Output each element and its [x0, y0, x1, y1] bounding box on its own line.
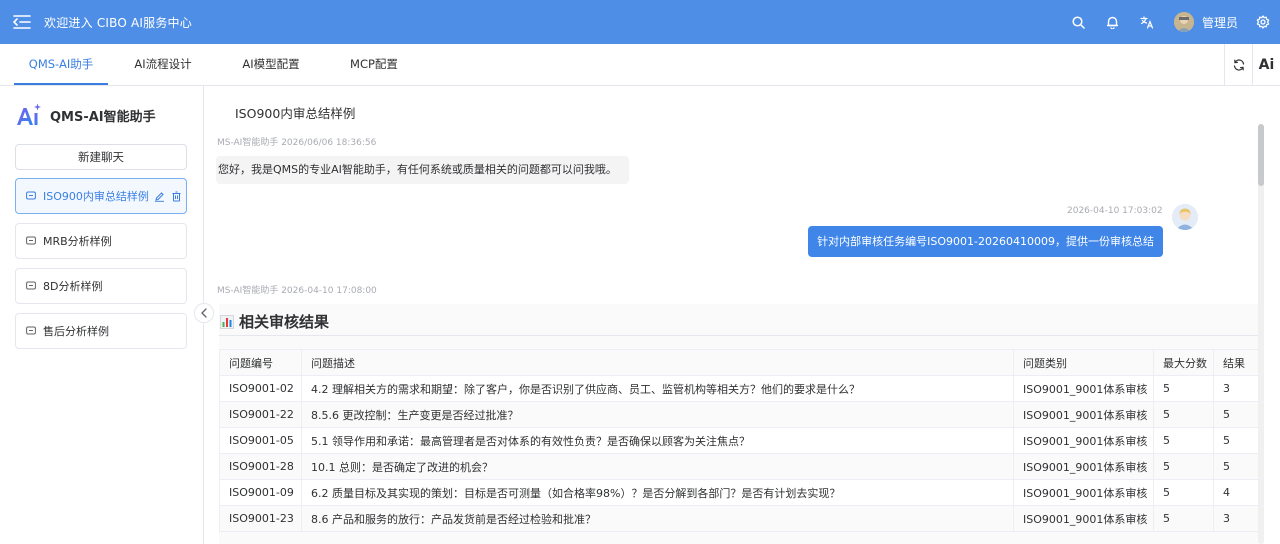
chat-panel: ISO900内审总结样例 MS-AI智能助手 2026/06/06 18:36:…	[204, 86, 1280, 544]
chat-scrollbar[interactable]	[1258, 124, 1264, 544]
chat-icon	[26, 281, 36, 290]
sidebar-brand: QMS-AI智能助手	[16, 102, 156, 128]
table-row: ISO9001-09 6.2 质量目标及其实现的策划：目标是否可测量（如合格率9…	[219, 479, 1260, 506]
result-heading: 相关审核结果	[219, 308, 1259, 336]
edit-icon[interactable]	[154, 191, 165, 202]
cell-category: ISO9001_9001体系审核	[1013, 427, 1154, 454]
table-row: ISO9001-28 10.1 总则：是否确定了改进的机会？ ISO9001_9…	[219, 453, 1260, 480]
cell-result: 4	[1213, 479, 1260, 506]
audit-results-table: 问题编号 问题描述 问题类别 最大分数 结果 ISO9001-02 4.2 理解…	[219, 349, 1260, 532]
tab-mcp-config[interactable]: MCP配置	[336, 44, 412, 85]
chat-icon	[26, 326, 36, 335]
column-header[interactable]: 最大分数	[1153, 349, 1214, 376]
cell-result: 5	[1213, 427, 1260, 454]
avatar[interactable]	[1173, 12, 1194, 32]
assistant-result: 相关审核结果 问题编号 问题描述 问题类别 最大分数 结果 ISO9001-02…	[219, 304, 1260, 544]
table-row: ISO9001-05 5.1 领导作用和承诺：最高管理者是否对体系的有效性负责？…	[219, 427, 1260, 454]
cell-result: 3	[1213, 375, 1260, 402]
app-title: 欢迎进入 CIBO AI服务中心	[44, 15, 192, 30]
column-header[interactable]: 问题类别	[1013, 349, 1154, 376]
chat-icon	[26, 236, 36, 245]
tab-ai-flow-design[interactable]: AI流程设计	[122, 44, 204, 85]
cell-description: 8.6 产品和服务的放行：产品发货前是否经过检验和批准？	[301, 505, 1014, 532]
username[interactable]: 管理员	[1202, 14, 1238, 31]
message-meta: MS-AI智能助手 2026-04-10 17:08:00	[217, 286, 377, 296]
session-item-8d[interactable]: 8D分析样例	[15, 268, 187, 304]
chevron-left-icon	[201, 308, 207, 318]
message-meta: MS-AI智能助手 2026/06/06 18:36:56	[217, 138, 377, 148]
session-item-mrb[interactable]: MRB分析样例	[15, 223, 187, 259]
chat-icon	[26, 191, 36, 200]
cell-max-score: 5	[1153, 375, 1214, 402]
tab-qms-ai-assistant[interactable]: QMS-AI助手	[14, 44, 108, 85]
cell-result: 5	[1213, 453, 1260, 480]
gear-icon[interactable]	[1254, 13, 1272, 31]
new-chat-button[interactable]: 新建聊天	[15, 144, 187, 170]
column-header[interactable]: 结果	[1213, 349, 1260, 376]
refresh-icon[interactable]	[1224, 44, 1252, 85]
cell-max-score: 5	[1153, 401, 1214, 428]
message-meta: 2026-04-10 17:03:02	[1067, 206, 1163, 216]
cell-max-score: 5	[1153, 427, 1214, 454]
translate-icon[interactable]	[1138, 13, 1156, 31]
top-bar: 欢迎进入 CIBO AI服务中心 管理员	[0, 0, 1280, 44]
ai-panel-button[interactable]: Ai	[1252, 44, 1280, 85]
cell-issue-id: ISO9001-23	[219, 505, 302, 532]
cell-category: ISO9001_9001体系审核	[1013, 479, 1154, 506]
ai-logo-icon	[17, 103, 41, 125]
scrollbar-thumb[interactable]	[1258, 124, 1264, 186]
chat-sidebar: QMS-AI智能助手 新建聊天 ISO900内审总结样例 MRB分析样例 8D分…	[0, 86, 204, 544]
table-row: ISO9001-02 4.2 理解相关方的需求和期望：除了客户，你是否识别了供应…	[219, 375, 1260, 402]
user-message: 针对内部审核任务编号ISO9001-20260410009，提供一份审核总结	[808, 226, 1163, 257]
cell-description: 4.2 理解相关方的需求和期望：除了客户，你是否识别了供应商、员工、监管机构等相…	[301, 375, 1014, 402]
cell-result: 3	[1213, 505, 1260, 532]
column-header[interactable]: 问题描述	[301, 349, 1014, 376]
cell-category: ISO9001_9001体系审核	[1013, 375, 1154, 402]
cell-category: ISO9001_9001体系审核	[1013, 453, 1154, 480]
bell-icon[interactable]	[1104, 13, 1122, 31]
cell-issue-id: ISO9001-28	[219, 453, 302, 480]
search-icon[interactable]	[1070, 13, 1088, 31]
cell-description: 8.5.6 更改控制：生产变更是否经过批准？	[301, 401, 1014, 428]
cell-max-score: 5	[1153, 505, 1214, 532]
cell-result: 5	[1213, 401, 1260, 428]
cell-issue-id: ISO9001-09	[219, 479, 302, 506]
table-row: ISO9001-23 8.6 产品和服务的放行：产品发货前是否经过检验和批准？ …	[219, 505, 1260, 532]
cell-category: ISO9001_9001体系审核	[1013, 401, 1154, 428]
session-item-iso900[interactable]: ISO900内审总结样例	[15, 178, 187, 214]
table-row: ISO9001-22 8.5.6 更改控制：生产变更是否经过批准？ ISO900…	[219, 401, 1260, 428]
cell-max-score: 5	[1153, 479, 1214, 506]
column-header[interactable]: 问题编号	[219, 349, 302, 376]
tab-ai-model-config[interactable]: AI模型配置	[230, 44, 312, 85]
collapse-sidebar-button[interactable]	[194, 303, 214, 323]
cell-issue-id: ISO9001-02	[219, 375, 302, 402]
cell-description: 6.2 质量目标及其实现的策划：目标是否可测量（如合格率98%）？是否分解到各部…	[301, 479, 1014, 506]
module-tabs: QMS-AI助手 AI流程设计 AI模型配置 MCP配置 Ai	[0, 44, 1280, 86]
sidebar-brand-name: QMS-AI智能助手	[50, 109, 156, 125]
bar-chart-icon	[220, 314, 234, 329]
chat-title: ISO900内审总结样例	[235, 106, 356, 121]
assistant-message: 您好，我是QMS的专业AI智能助手，有任何系统或质量相关的问题都可以问我哦。	[216, 156, 629, 184]
cell-issue-id: ISO9001-22	[219, 401, 302, 428]
cell-description: 10.1 总则：是否确定了改进的机会？	[301, 453, 1014, 480]
result-title: 相关审核结果	[239, 313, 330, 331]
session-item-after-sales[interactable]: 售后分析样例	[15, 313, 187, 349]
session-label: 8D分析样例	[43, 280, 103, 293]
cell-max-score: 5	[1153, 453, 1214, 480]
session-label: MRB分析样例	[43, 235, 112, 248]
cell-description: 5.1 领导作用和承诺：最高管理者是否对体系的有效性负责？是否确保以顾客为关注焦…	[301, 427, 1014, 454]
session-label: 售后分析样例	[43, 325, 109, 338]
delete-icon[interactable]	[171, 191, 182, 202]
cell-category: ISO9001_9001体系审核	[1013, 505, 1154, 532]
session-label: ISO900内审总结样例	[43, 190, 149, 203]
user-avatar	[1172, 204, 1198, 230]
menu-fold-icon[interactable]	[11, 11, 33, 33]
cell-issue-id: ISO9001-05	[219, 427, 302, 454]
